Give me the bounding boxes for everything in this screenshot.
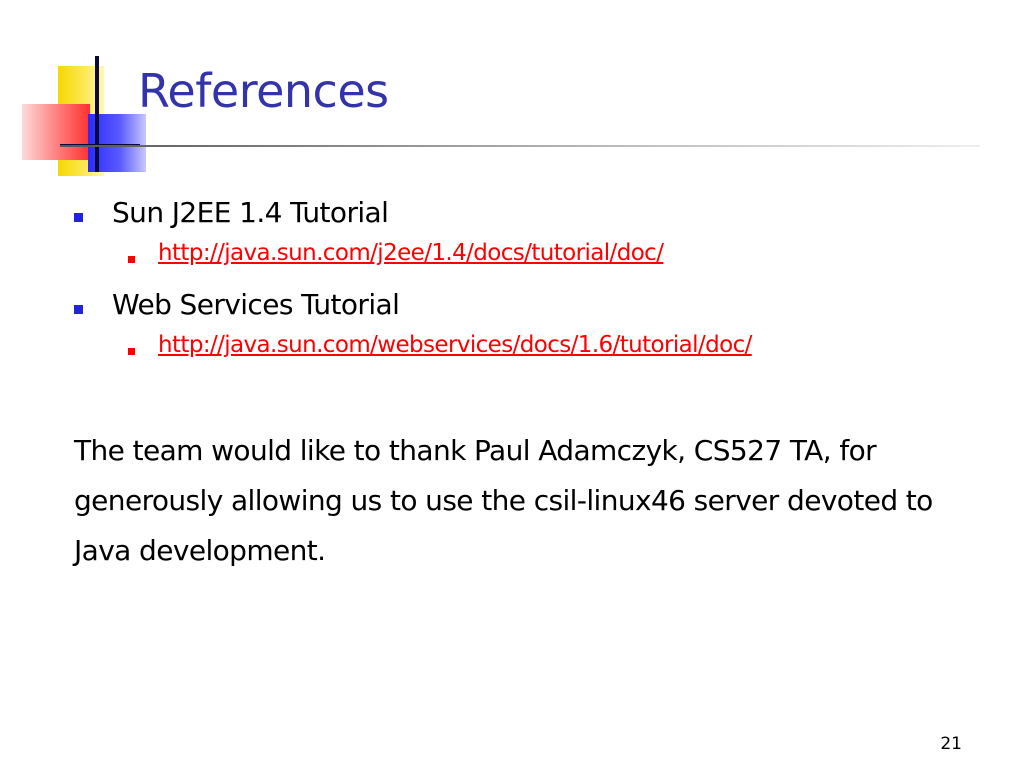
slide: References Sun J2EE 1.4 Tutorial http://… [0,0,1024,768]
sub-bullet-square-icon [128,348,135,355]
reference-subitem-webservices: http://java.sun.com/webservices/docs/1.6… [74,332,964,380]
reference-label: Web Services Tutorial [112,288,400,321]
webservices-tutorial-link[interactable]: http://java.sun.com/webservices/docs/1.6… [158,332,752,358]
red-square-shape [22,104,90,160]
decorative-logo [0,0,160,180]
reference-subitem-j2ee: http://java.sun.com/j2ee/1.4/docs/tutori… [74,240,964,288]
reference-item-webservices: Web Services Tutorial [74,288,964,332]
slide-title: References [138,64,389,118]
reference-item-j2ee: Sun J2EE 1.4 Tutorial [74,196,964,240]
vertical-line-shape [95,56,99,172]
j2ee-tutorial-link[interactable]: http://java.sun.com/j2ee/1.4/docs/tutori… [158,240,664,266]
bullet-square-icon [74,305,83,314]
reference-list: Sun J2EE 1.4 Tutorial http://java.sun.co… [74,196,964,380]
bullet-square-icon [74,213,83,222]
acknowledgement-text: The team would like to thank Paul Adamcz… [74,434,933,567]
reference-label: Sun J2EE 1.4 Tutorial [112,196,389,229]
page-number: 21 [940,734,962,754]
sub-bullet-square-icon [128,256,135,263]
title-divider [60,145,980,147]
